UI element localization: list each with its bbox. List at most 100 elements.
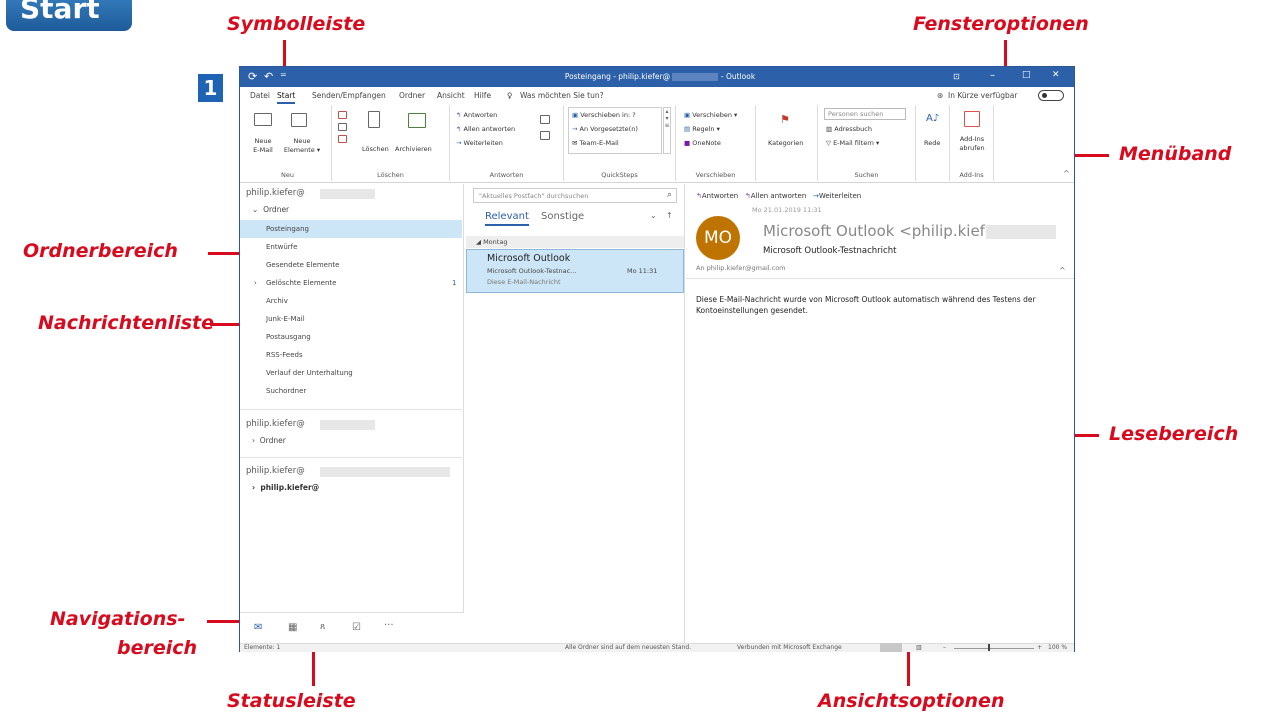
folder-group-ordner[interactable]: ⌄ Ordner — [252, 205, 289, 214]
reply-action[interactable]: ↰Antworten — [696, 192, 738, 200]
quickstep-team-email[interactable]: ✉ Team-E-Mail — [572, 139, 619, 148]
callout-menueband: Menüband — [1119, 143, 1232, 165]
quickstep-move-to[interactable]: ▣ Verschieben in: ? — [572, 111, 636, 120]
cleanup-icon[interactable] — [338, 123, 347, 131]
archive-button[interactable]: Archivieren — [395, 145, 432, 154]
mail-icon[interactable]: ✉ — [254, 622, 262, 633]
reading-pane: ↰Antworten ↰Allen antworten →Weiterleite… — [686, 184, 1074, 644]
address-book-label: Adressbuch — [834, 125, 872, 133]
get-addins-button[interactable]: Add-Ins abrufen — [959, 135, 985, 153]
normal-view-button[interactable] — [880, 643, 902, 652]
team-email-icon: ✉ — [572, 139, 578, 147]
menu-tabs: Datei Start Senden/Empfangen Ordner Ansi… — [240, 87, 1074, 105]
tab-sonstige[interactable]: Sonstige — [541, 211, 584, 222]
tab-relevant[interactable]: Relevant — [485, 211, 529, 226]
tasks-icon[interactable]: ☑ — [352, 622, 361, 633]
customize-toolbar-icon[interactable]: = — [280, 70, 287, 79]
categories-button[interactable]: Kategorien — [768, 139, 803, 148]
people-icon[interactable]: ጸ — [320, 622, 325, 632]
coming-soon-icon: ⊛ — [937, 91, 944, 100]
tab-datei[interactable]: Datei — [250, 91, 270, 100]
account-header-1[interactable]: philip.kiefer@ — [246, 188, 305, 198]
quicksteps-scroll[interactable]: ▴ ▾ ≡ — [663, 107, 671, 154]
envelope-icon — [254, 113, 272, 126]
forward-action[interactable]: →Weiterleiten — [813, 192, 861, 200]
search-mailbox-input[interactable]: "Aktuelles Postfach" durchsuchen ⌕ — [473, 188, 677, 203]
sync-icon[interactable]: ⟳ — [248, 70, 257, 83]
quickstep-to-manager[interactable]: → An Vorgesetzte(n) — [572, 125, 638, 134]
move-button[interactable]: ▣ Verschieben ▾ — [684, 111, 737, 120]
ignore-icon[interactable] — [338, 111, 347, 119]
folder-suchordner[interactable]: Suchordner — [240, 382, 462, 400]
zoom-slider-thumb[interactable] — [988, 644, 990, 651]
tab-senden-empfangen[interactable]: Senden/Empfangen — [312, 91, 386, 100]
calendar-icon[interactable]: ▦ — [288, 622, 297, 633]
blurred-account — [320, 467, 450, 477]
group-antworten: ↰ Antworten ↰ Allen antworten → Weiterle… — [450, 105, 564, 181]
collapse-ribbon-icon[interactable]: ^ — [1063, 169, 1070, 178]
coming-soon-toggle[interactable] — [1038, 90, 1064, 101]
meeting-icon[interactable] — [540, 115, 550, 124]
zoom-out-button[interactable]: – — [943, 644, 946, 651]
folder-group-ordner-2[interactable]: › Ordner — [252, 436, 286, 445]
message-item[interactable]: Microsoft Outlook Microsoft Outlook-Test… — [466, 249, 684, 293]
more-options-icon[interactable]: ··· — [384, 620, 394, 631]
group-header-montag[interactable]: ◢ Montag — [466, 236, 684, 248]
group-label-verschieben: Verschieben — [695, 171, 736, 179]
flag-icon[interactable]: ⚑ — [780, 113, 790, 126]
filter-email-button[interactable]: ▽ E-Mail filtern ▾ — [826, 139, 879, 148]
trash-icon — [368, 111, 380, 128]
close-button[interactable]: ✕ — [1052, 70, 1060, 80]
new-items-label-2: Elemente ▾ — [283, 146, 321, 154]
ribbon-display-options-button[interactable]: ⊡ — [953, 72, 960, 81]
folder-verlauf-der-unterhaltung[interactable]: Verlauf der Unterhaltung — [240, 364, 462, 382]
delete-button[interactable]: Löschen — [362, 145, 389, 154]
address-book-icon: ▥ — [826, 125, 833, 133]
more-respond-icon[interactable] — [540, 131, 550, 140]
maximize-button[interactable]: □ — [1022, 70, 1031, 80]
zoom-in-button[interactable]: + — [1037, 644, 1042, 651]
account-header-2[interactable]: philip.kiefer@ — [246, 419, 305, 429]
folder-rss-feeds[interactable]: RSS-Feeds — [240, 346, 462, 364]
folder-entwuerfe[interactable]: Entwürfe — [240, 238, 462, 256]
account-header-3[interactable]: philip.kiefer@ — [246, 466, 305, 476]
folder-geloeschte-elemente[interactable]: › Gelöschte Elemente 1 — [240, 274, 462, 292]
reply-all-action[interactable]: ↰Allen antworten — [745, 192, 806, 200]
message-subject-heading: Microsoft Outlook-Testnachricht — [763, 246, 897, 256]
folder-postausgang[interactable]: Postausgang — [240, 328, 462, 346]
onenote-button[interactable]: ■ OneNote — [684, 139, 721, 148]
zoom-slider-track[interactable] — [954, 648, 1034, 649]
new-email-label-1: Neue — [254, 137, 272, 145]
tell-me-search[interactable]: Was möchten Sie tun? — [520, 91, 604, 100]
tab-ordner[interactable]: Ordner — [399, 91, 425, 100]
unread-count-badge: 1 — [452, 279, 457, 287]
tab-ansicht[interactable]: Ansicht — [437, 91, 465, 100]
rules-button[interactable]: ▤ Regeln ▾ — [684, 125, 720, 134]
minimize-button[interactable]: – — [990, 70, 995, 81]
tab-start[interactable]: Start — [277, 91, 296, 104]
search-people-input[interactable]: Personen suchen — [824, 108, 906, 120]
reading-view-button[interactable]: ▥ — [916, 644, 922, 651]
folder-posteingang[interactable]: Posteingang — [240, 220, 462, 238]
status-sync: Alle Ordner sind auf dem neuesten Stand. — [565, 644, 692, 651]
collapse-header-icon[interactable]: ^ — [1059, 266, 1066, 275]
forward-button[interactable]: → Weiterleiten — [456, 139, 503, 148]
tab-hilfe[interactable]: Hilfe — [474, 91, 491, 100]
lightbulb-icon: ♀ — [507, 91, 513, 100]
group-suchen: Personen suchen ▥ Adressbuch ▽ E-Mail fi… — [818, 105, 916, 181]
message-date: Mo 21.01.2019 11:31 — [752, 206, 822, 214]
folder-gesendete-elemente[interactable]: Gesendete Elemente — [240, 256, 462, 274]
folder-group-account-3[interactable]: › philip.kiefer@ — [252, 483, 319, 492]
filter-dropdown-icon[interactable]: ⌄ — [650, 211, 657, 220]
reply-all-button[interactable]: ↰ Allen antworten — [456, 125, 515, 134]
undo-icon[interactable]: ↶ — [264, 70, 273, 83]
sort-arrow-icon[interactable]: ↑ — [666, 211, 673, 220]
speech-button[interactable]: Rede — [924, 139, 940, 148]
folder-junk-e-mail[interactable]: Junk-E-Mail — [240, 310, 462, 328]
zoom-level[interactable]: 100 % — [1048, 644, 1067, 651]
folder-group-label-2: Ordner — [259, 436, 286, 445]
folder-archiv[interactable]: Archiv — [240, 292, 462, 310]
address-book-button[interactable]: ▥ Adressbuch — [826, 125, 872, 134]
junk-icon[interactable] — [338, 135, 347, 143]
reply-button[interactable]: ↰ Antworten — [456, 111, 497, 120]
